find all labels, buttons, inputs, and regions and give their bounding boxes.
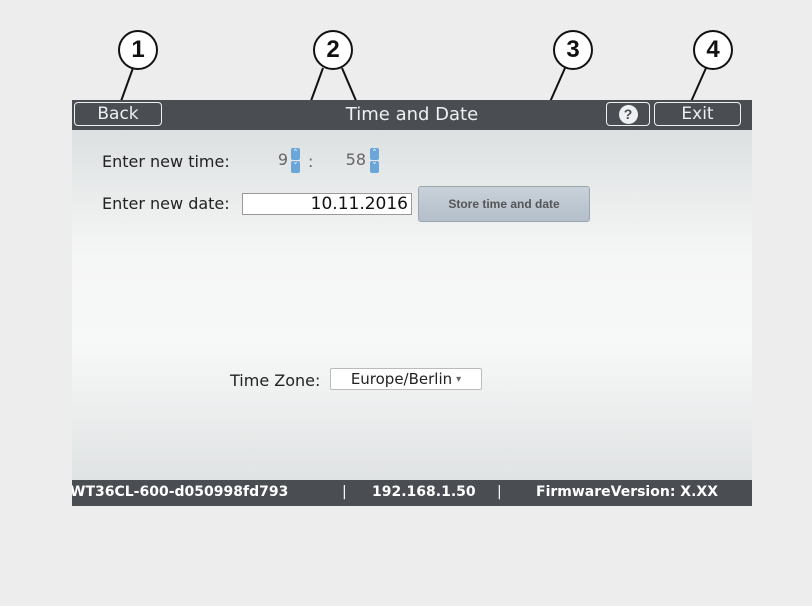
ip-address: 192.168.1.50: [372, 484, 476, 500]
hour-stepper[interactable]: ˄ ˅: [291, 148, 300, 174]
callout-3: 3: [553, 30, 593, 70]
chevron-down-icon: ▾: [456, 373, 462, 385]
date-label: Enter new date:: [102, 194, 230, 213]
footer-separator-1: |: [342, 484, 347, 500]
back-button[interactable]: Back: [74, 102, 162, 126]
hour-field[interactable]: 9: [242, 150, 288, 174]
callout-2: 2: [313, 30, 353, 70]
minute-down-icon[interactable]: ˅: [370, 161, 379, 173]
hour-up-icon[interactable]: ˄: [291, 148, 300, 160]
callout-4: 4: [693, 30, 733, 70]
device-id: WT36CL-600-d050998fd793: [72, 484, 289, 500]
device-screen: Time and Date Back ? Exit Enter new time…: [72, 100, 752, 506]
time-label: Enter new time:: [102, 152, 230, 171]
date-field[interactable]: 10.11.2016: [242, 193, 412, 215]
timezone-label: Time Zone:: [230, 371, 321, 390]
exit-button[interactable]: Exit: [654, 102, 741, 126]
time-separator: :: [308, 152, 314, 171]
timezone-select[interactable]: Europe/Berlin ▾: [330, 368, 482, 390]
minute-up-icon[interactable]: ˄: [370, 148, 379, 160]
help-button[interactable]: ?: [606, 102, 650, 126]
hour-down-icon[interactable]: ˅: [291, 161, 300, 173]
minute-stepper[interactable]: ˄ ˅: [370, 148, 379, 174]
minute-field[interactable]: 58: [324, 150, 366, 174]
page-title: Time and Date: [345, 104, 479, 125]
firmware-version: FirmwareVersion: X.XX: [536, 484, 718, 500]
status-bar: WT36CL-600-d050998fd793 | 192.168.1.50 |…: [72, 480, 752, 506]
help-icon: ?: [618, 104, 638, 124]
timezone-value: Europe/Berlin: [350, 370, 453, 388]
header-bar: Time and Date Back ? Exit: [72, 100, 752, 130]
footer-separator-2: |: [497, 484, 502, 500]
callout-1: 1: [118, 30, 158, 70]
store-time-date-button[interactable]: Store time and date: [418, 186, 590, 222]
